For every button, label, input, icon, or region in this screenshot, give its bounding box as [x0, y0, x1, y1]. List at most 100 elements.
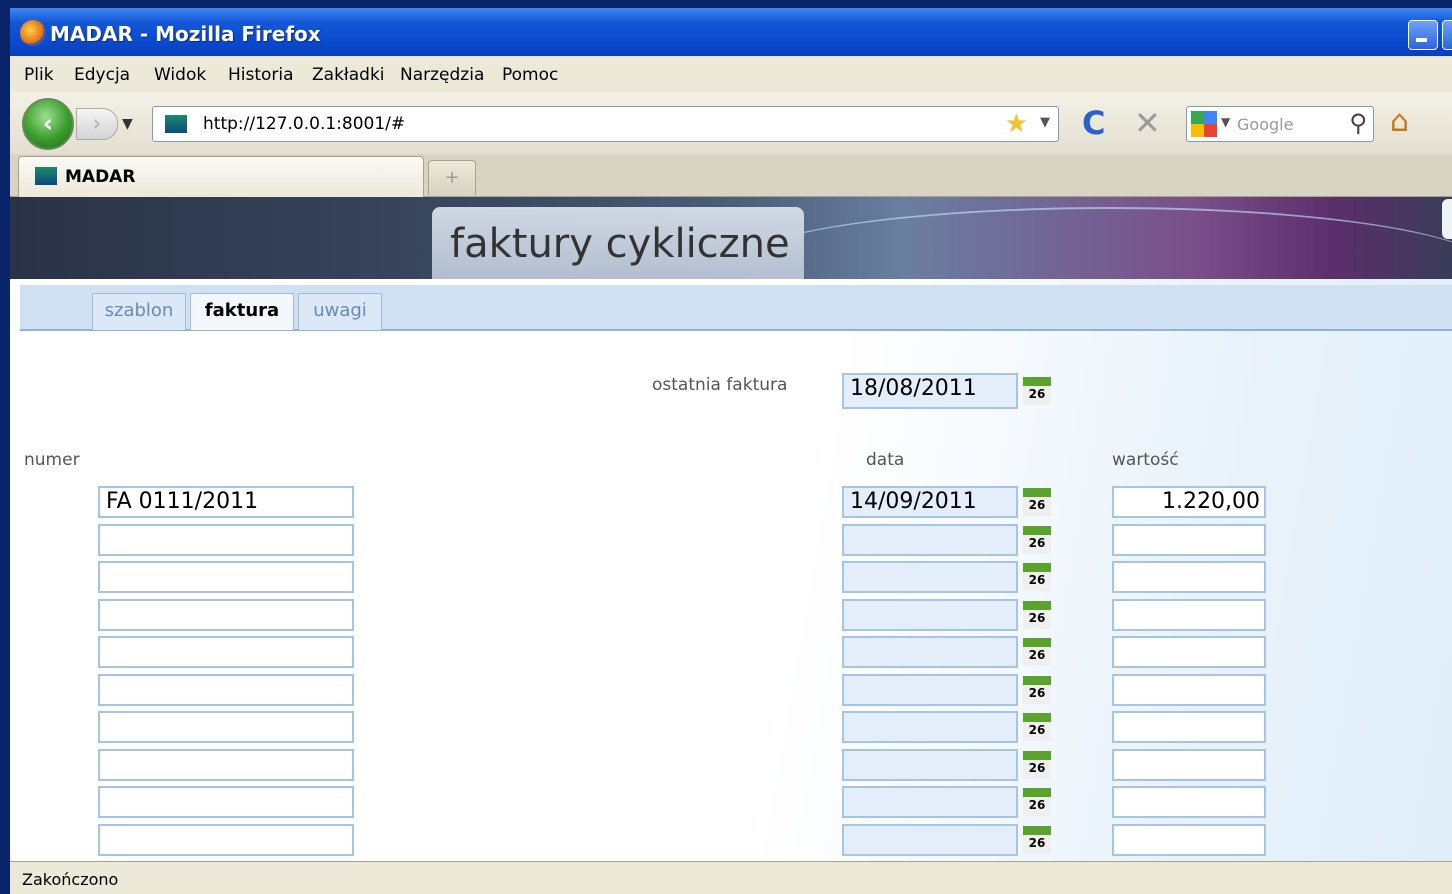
menu-narzedzia[interactable]: Narzędzia — [400, 65, 484, 85]
back-button[interactable]: ‹ — [22, 98, 74, 150]
invoice-number-field[interactable] — [98, 824, 354, 856]
tab-szablon[interactable]: szablon — [92, 293, 186, 330]
tab-title: MADAR — [65, 167, 136, 187]
site-favicon-icon — [165, 115, 187, 133]
calendar-day: 26 — [1028, 611, 1046, 625]
browser-window: MADAR - Mozilla Firefox Plik Edycja Wido… — [10, 8, 1452, 894]
google-engine-icon[interactable] — [1191, 111, 1217, 137]
page-tabs: szablon faktura uwagi — [20, 285, 1452, 331]
invoice-value-field[interactable] — [1112, 524, 1266, 556]
page-content: faktury cykliczne szablon faktura uwagi … — [10, 197, 1452, 861]
tab-uwagi[interactable]: uwagi — [298, 293, 382, 330]
calendar-day: 26 — [1028, 723, 1046, 737]
invoice-number-field[interactable] — [98, 674, 354, 706]
address-input[interactable]: http://127.0.0.1:8001/# — [203, 114, 405, 134]
invoice-number-field[interactable] — [98, 561, 354, 593]
invoice-value-field[interactable]: 1.220,00 — [1112, 486, 1266, 518]
page-banner: faktury cykliczne — [10, 197, 1452, 279]
page-title: faktury cykliczne — [450, 221, 790, 267]
calendar-day: 26 — [1028, 836, 1046, 850]
column-header-value: wartość — [1112, 450, 1179, 470]
calendar-day: 26 — [1028, 798, 1046, 812]
menu-zakladki[interactable]: Zakładki — [312, 65, 385, 85]
invoice-value-field[interactable] — [1112, 636, 1266, 668]
title-bar: MADAR - Mozilla Firefox — [10, 8, 1452, 56]
maximize-button[interactable] — [1442, 20, 1452, 50]
calendar-icon[interactable]: 26 — [1023, 601, 1051, 629]
calendar-icon[interactable]: 26 — [1023, 563, 1051, 591]
menu-plik[interactable]: Plik — [24, 65, 54, 85]
invoice-date-field[interactable]: 14/09/2011 — [842, 486, 1018, 518]
invoice-date-field[interactable] — [842, 674, 1018, 706]
invoice-number-field[interactable] — [98, 636, 354, 668]
calendar-icon[interactable]: 26 — [1023, 676, 1051, 704]
menu-pomoc[interactable]: Pomoc — [502, 65, 558, 85]
menu-edycja[interactable]: Edycja — [74, 65, 130, 85]
minimize-button[interactable] — [1408, 20, 1438, 50]
calendar-day: 26 — [1028, 648, 1046, 662]
search-icon[interactable]: ⚲ — [1349, 109, 1367, 137]
invoice-number-field[interactable] — [98, 749, 354, 781]
forward-button[interactable]: › — [76, 108, 118, 140]
calendar-day: 26 — [1028, 573, 1046, 587]
invoice-date-field[interactable] — [842, 599, 1018, 631]
browser-tab-madar[interactable]: MADAR — [18, 156, 424, 197]
calendar-icon[interactable]: 26 — [1023, 377, 1051, 405]
new-tab-button[interactable]: + — [428, 160, 476, 195]
invoice-number-field[interactable] — [98, 711, 354, 743]
invoice-date-field[interactable] — [842, 711, 1018, 743]
calendar-icon[interactable]: 26 — [1023, 713, 1051, 741]
calendar-icon[interactable]: 26 — [1023, 526, 1051, 554]
menu-widok[interactable]: Widok — [154, 65, 206, 85]
calendar-icon[interactable]: 26 — [1023, 788, 1051, 816]
calendar-day: 26 — [1028, 761, 1046, 775]
tab-favicon-icon — [35, 167, 57, 185]
search-input[interactable]: Google — [1237, 115, 1293, 134]
calendar-day: 26 — [1028, 536, 1046, 550]
calendar-day: 26 — [1028, 498, 1046, 512]
history-dropdown-icon[interactable]: ▼ — [122, 116, 133, 132]
invoice-date-field[interactable] — [842, 524, 1018, 556]
invoice-number-field[interactable] — [98, 786, 354, 818]
calendar-icon[interactable]: 26 — [1023, 751, 1051, 779]
invoice-number-field[interactable] — [98, 524, 354, 556]
status-text: Zakończono — [22, 870, 119, 889]
address-bar[interactable]: http://127.0.0.1:8001/# ★ ▼ — [152, 106, 1059, 142]
last-invoice-label: ostatnia faktura — [652, 375, 788, 395]
search-box[interactable]: ▼ Google ⚲ — [1186, 106, 1374, 142]
invoice-date-field[interactable] — [842, 786, 1018, 818]
invoice-date-field[interactable] — [842, 824, 1018, 856]
stop-icon[interactable]: ✕ — [1134, 104, 1161, 142]
menu-historia[interactable]: Historia — [228, 65, 294, 85]
navigation-toolbar: ‹ › ▼ http://127.0.0.1:8001/# ★ ▼ C ✕ ▼ … — [10, 92, 1452, 154]
tab-faktura[interactable]: faktura — [190, 293, 294, 330]
invoice-date-field[interactable] — [842, 561, 1018, 593]
calendar-icon[interactable]: 26 — [1023, 488, 1051, 516]
invoice-value-field[interactable] — [1112, 786, 1266, 818]
last-invoice-date-field[interactable]: 18/08/2011 — [842, 373, 1018, 409]
calendar-icon[interactable]: 26 — [1023, 638, 1051, 666]
invoice-date-field[interactable] — [842, 636, 1018, 668]
firefox-logo-icon — [20, 20, 46, 46]
window-title: MADAR - Mozilla Firefox — [50, 22, 321, 46]
banner-corner — [1442, 199, 1452, 239]
engine-dropdown-icon[interactable]: ▼ — [1221, 115, 1230, 129]
invoice-date-field[interactable] — [842, 749, 1018, 781]
invoice-value-field[interactable] — [1112, 674, 1266, 706]
home-icon[interactable]: ⌂ — [1390, 104, 1409, 139]
invoice-value-field[interactable] — [1112, 599, 1266, 631]
column-header-date: data — [866, 450, 905, 470]
invoice-value-field[interactable] — [1112, 749, 1266, 781]
invoice-number-field[interactable] — [98, 599, 354, 631]
invoice-value-field[interactable] — [1112, 824, 1266, 856]
calendar-icon[interactable]: 26 — [1023, 826, 1051, 854]
calendar-day: 26 — [1028, 387, 1046, 401]
bookmark-star-icon[interactable]: ★ — [1005, 109, 1028, 139]
reload-icon[interactable]: C — [1082, 104, 1105, 142]
address-dropdown-icon[interactable]: ▼ — [1040, 115, 1050, 130]
browser-tab-bar: MADAR + — [10, 154, 1452, 197]
invoice-number-field[interactable]: FA 0111/2011 — [98, 486, 354, 518]
invoice-value-field[interactable] — [1112, 561, 1266, 593]
invoice-value-field[interactable] — [1112, 711, 1266, 743]
column-header-number: numer — [24, 450, 80, 470]
